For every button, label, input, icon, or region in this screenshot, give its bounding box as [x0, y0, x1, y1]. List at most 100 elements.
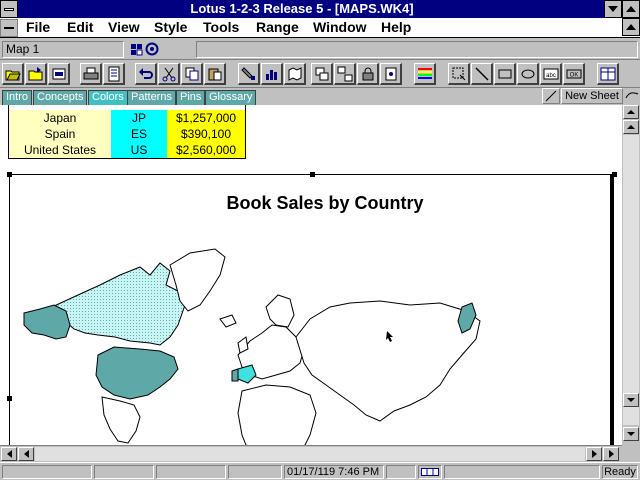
cut-button[interactable]	[158, 63, 180, 85]
contents-box[interactable]	[196, 41, 638, 58]
group-button[interactable]	[311, 63, 333, 85]
asia-region[interactable]	[295, 300, 481, 422]
undo-button[interactable]	[135, 63, 157, 85]
portugal-region[interactable]	[231, 368, 239, 382]
table-row-code[interactable]: ES	[111, 126, 167, 142]
print-button[interactable]	[80, 63, 102, 85]
ellipse-button[interactable]	[517, 63, 539, 85]
map-button[interactable]	[284, 63, 306, 85]
tab-pins[interactable]: Pins	[176, 90, 206, 105]
scandinavia-region[interactable]	[265, 294, 295, 328]
copy-button[interactable]	[181, 63, 203, 85]
tab-split-icon[interactable]	[624, 88, 640, 104]
horizontal-scroll-track[interactable]	[35, 447, 585, 461]
fasten-button[interactable]	[380, 63, 402, 85]
rectangle-button[interactable]	[494, 63, 516, 85]
menu-edit[interactable]: Edit	[67, 19, 93, 35]
undo-icon	[138, 67, 153, 79]
paste-button[interactable]	[204, 63, 226, 85]
save-icon	[52, 68, 65, 79]
save-button[interactable]	[48, 63, 70, 85]
table-row-country[interactable]: United States	[9, 142, 111, 158]
button-tool-button[interactable]: OK	[563, 63, 585, 85]
status-smarticons-panel[interactable]	[418, 465, 442, 479]
status-decimal-panel[interactable]	[94, 465, 154, 479]
menu-help[interactable]: Help	[381, 19, 411, 35]
table-row-sales[interactable]: $390,100	[167, 126, 245, 142]
print-icon	[83, 67, 98, 79]
selection-handle[interactable]	[7, 172, 12, 177]
paste-icon	[208, 68, 221, 80]
alaska-region[interactable]	[23, 304, 71, 340]
vertical-scroll-track[interactable]	[623, 135, 639, 425]
color-palette-button[interactable]	[414, 63, 436, 85]
usa-region[interactable]	[95, 346, 179, 400]
menu-file[interactable]: File	[26, 19, 50, 35]
new-sheet-button[interactable]: New Sheet	[561, 88, 623, 104]
table-row-country[interactable]: Japan	[9, 110, 111, 126]
tab-glossary[interactable]: Glossary	[205, 90, 257, 105]
worksheet-area[interactable]: Japan JP $1,257,000 Spain ES $390,100 Un…	[0, 105, 622, 445]
scroll-up-button[interactable]	[623, 120, 639, 134]
menu-window[interactable]: Window	[313, 19, 367, 35]
canada-region[interactable]	[51, 262, 186, 346]
scroll-right-button[interactable]	[586, 447, 602, 461]
scroll-leftmost-button[interactable]	[1, 447, 17, 461]
spain-region[interactable]	[237, 364, 257, 384]
status-datetime[interactable]: 01/17/119 7:46 PM	[284, 465, 384, 479]
double-right-icon	[608, 450, 614, 458]
open-file-button[interactable]	[2, 63, 24, 85]
arrange-icon	[600, 67, 615, 80]
line-button[interactable]	[471, 63, 493, 85]
menu-style[interactable]: Style	[154, 19, 187, 35]
tab-scroll-button[interactable]	[542, 88, 560, 104]
print-preview-button[interactable]	[103, 63, 125, 85]
world-map[interactable]	[10, 245, 614, 445]
status-style-panel[interactable]	[156, 465, 226, 479]
table-row-sales[interactable]: $1,257,000	[167, 110, 245, 126]
tab-patterns[interactable]: Patterns	[127, 90, 176, 105]
tab-concepts[interactable]: Concepts	[33, 90, 88, 105]
lock-button[interactable]	[357, 63, 379, 85]
table-row-code[interactable]: US	[111, 142, 167, 158]
restore-button[interactable]	[622, 18, 640, 36]
select-button[interactable]	[448, 63, 470, 85]
scroll-bottom-button[interactable]	[623, 427, 639, 441]
menu-bar: File Edit View Style Tools Range Window …	[0, 18, 640, 38]
menu-view[interactable]: View	[108, 19, 140, 35]
tab-colors[interactable]: Colors	[88, 90, 128, 105]
open-folder-button[interactable]	[25, 63, 47, 85]
maximize-button[interactable]	[622, 0, 640, 18]
iceland-region[interactable]	[219, 314, 237, 328]
ungroup-button[interactable]	[334, 63, 356, 85]
minimize-button[interactable]	[604, 0, 622, 18]
format-painter-button[interactable]	[238, 63, 260, 85]
smarticons-toolbar: abc OK	[0, 61, 640, 88]
table-row-sales[interactable]: $2,560,000	[167, 142, 245, 158]
arrange-button[interactable]	[597, 63, 619, 85]
scroll-left-button[interactable]	[18, 447, 34, 461]
vertical-scrollbar[interactable]	[622, 105, 640, 445]
at-function-icon[interactable]	[145, 42, 159, 56]
chart-button[interactable]	[261, 63, 283, 85]
status-font-panel[interactable]	[228, 465, 282, 479]
menu-tools[interactable]: Tools	[203, 19, 239, 35]
africa-region[interactable]	[237, 384, 317, 445]
mexico-region[interactable]	[101, 396, 141, 444]
table-row-country[interactable]: Spain	[9, 126, 111, 142]
tab-intro[interactable]: Intro	[2, 90, 33, 105]
document-menu-button[interactable]	[0, 19, 18, 37]
scroll-top-button[interactable]	[623, 105, 639, 119]
status-format-panel[interactable]	[2, 465, 92, 479]
scroll-rightmost-button[interactable]	[603, 447, 619, 461]
scroll-down-button[interactable]	[623, 393, 639, 407]
navigator-icon[interactable]	[130, 42, 143, 56]
text-block-button[interactable]: abc	[540, 63, 562, 85]
selection-handle[interactable]	[310, 172, 315, 177]
menu-range[interactable]: Range	[256, 19, 299, 35]
selection-indicator[interactable]: Map 1	[2, 41, 124, 58]
selection-handle[interactable]	[612, 172, 617, 177]
table-row-code[interactable]: JP	[111, 110, 167, 126]
ellipse-icon	[521, 69, 534, 78]
horizontal-scrollbar[interactable]	[0, 445, 622, 462]
